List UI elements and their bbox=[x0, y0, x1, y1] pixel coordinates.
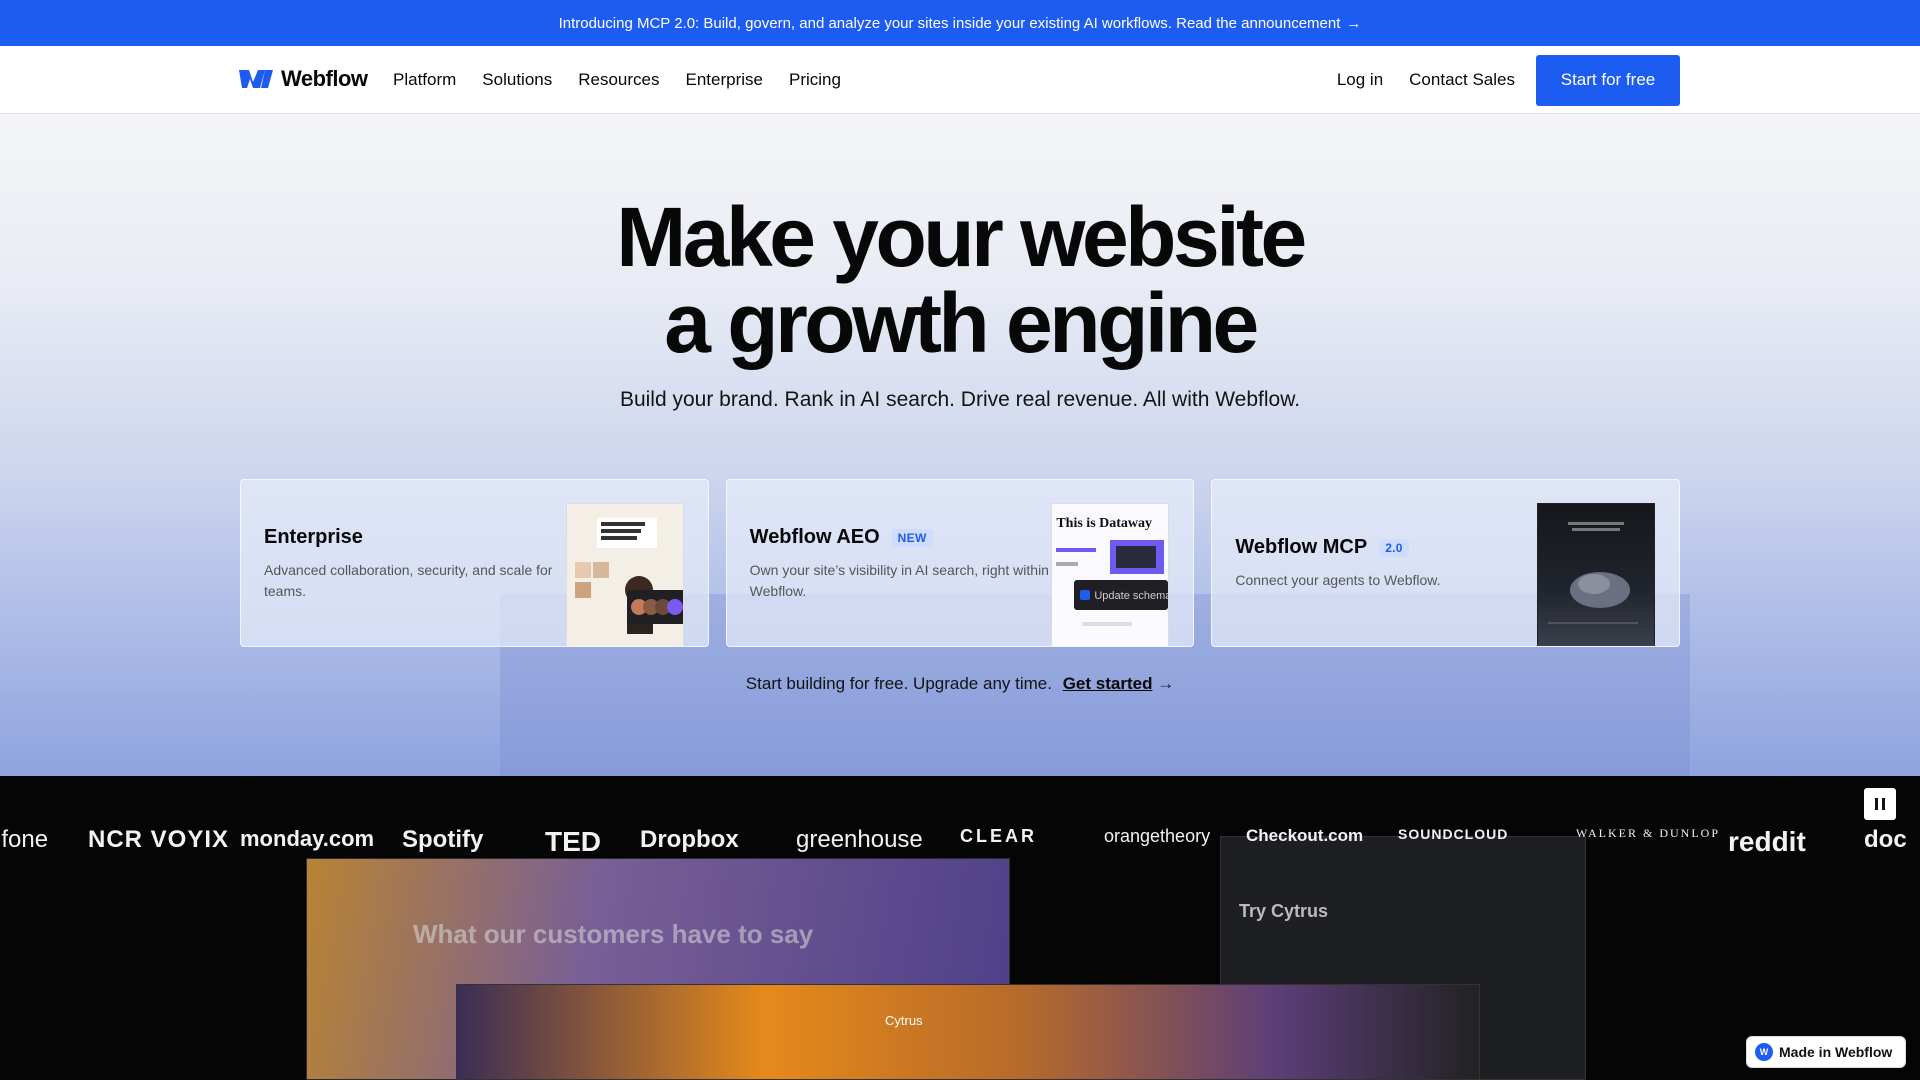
card-title: Enterprise bbox=[264, 526, 363, 549]
card-title-text: Webflow AEO bbox=[749, 526, 880, 548]
new-badge: NEW bbox=[891, 528, 933, 547]
announcement-text[interactable]: Introducing MCP 2.0: Build, govern, and … bbox=[559, 15, 1341, 32]
nav-solutions[interactable]: Solutions bbox=[482, 70, 552, 90]
customer-logo: monday.com bbox=[240, 826, 375, 851]
customer-logo: CLEAR bbox=[960, 826, 1037, 846]
nav-pricing[interactable]: Pricing bbox=[789, 70, 841, 90]
customer-logo: Checkout.com bbox=[1246, 826, 1364, 845]
mcp-preview-image bbox=[1548, 522, 1639, 624]
enterprise-preview-image bbox=[566, 504, 683, 646]
card-title-text: Enterprise bbox=[264, 526, 363, 548]
get-started-link[interactable]: Get started bbox=[1063, 674, 1153, 693]
nav-resources[interactable]: Resources bbox=[578, 70, 659, 90]
hero-subtitle: Build your brand. Rank in AI search. Dri… bbox=[619, 388, 1301, 411]
arrow-right-icon: → bbox=[1346, 14, 1362, 32]
hero-cta-line: Start building for free. Upgrade any tim… bbox=[0, 674, 1920, 694]
nav-actions: Log in Contact Sales Start for free bbox=[1337, 46, 1680, 114]
customer-logo: orangetheory bbox=[1104, 826, 1211, 846]
update-schema-chip: Update schema bbox=[1094, 590, 1170, 602]
announcement-banner[interactable]: Introducing MCP 2.0: Build, govern, and … bbox=[0, 0, 1920, 46]
mcp-thumbnail bbox=[1537, 503, 1656, 646]
mock-screen-heading: What our customers have to say bbox=[413, 919, 814, 949]
card-webflow-aeo[interactable]: Webflow AEO NEW Own your site’s visibili… bbox=[725, 479, 1195, 647]
hero-section: Make your website a growth engine Build … bbox=[0, 114, 1920, 776]
card-description: Own your site’s visibility in AI search,… bbox=[749, 562, 1049, 599]
hero-title-line-2: a growth engine bbox=[664, 276, 1259, 370]
made-in-webflow-badge[interactable]: W Made in Webflow bbox=[1746, 1036, 1906, 1068]
brand-name: Webflow bbox=[281, 66, 368, 91]
pause-icon bbox=[1875, 798, 1878, 810]
pause-button[interactable] bbox=[1864, 788, 1896, 820]
nav-enterprise[interactable]: Enterprise bbox=[686, 70, 763, 90]
start-free-button[interactable]: Start for free bbox=[1536, 54, 1680, 106]
contact-sales-link[interactable]: Contact Sales bbox=[1409, 70, 1515, 90]
hero-cta-text: Start building for free. Upgrade any tim… bbox=[745, 674, 1052, 693]
version-badge: 2.0 bbox=[1379, 538, 1409, 557]
customer-logo: ifone bbox=[0, 826, 49, 853]
hero-title-line-1: Make your website bbox=[616, 190, 1307, 284]
card-title-text: Webflow MCP bbox=[1235, 536, 1368, 558]
card-description: Advanced collaboration, security, and sc… bbox=[264, 562, 553, 599]
card-title: Webflow MCP 2.0 bbox=[1235, 536, 1409, 559]
customer-logo: reddit bbox=[1728, 826, 1806, 857]
login-link[interactable]: Log in bbox=[1337, 70, 1383, 90]
customer-logo: doc bbox=[1864, 826, 1907, 853]
webflow-logo-icon bbox=[239, 70, 273, 88]
hero-title: Make your website a growth engine bbox=[0, 194, 1920, 366]
nav-links: Platform Solutions Resources Enterprise … bbox=[393, 46, 841, 114]
customer-logo: TED bbox=[545, 826, 601, 857]
customer-logo: NCR VOYIX bbox=[88, 826, 230, 853]
customer-logo: greenhouse bbox=[796, 826, 923, 853]
webflow-logo-icon: W bbox=[1755, 1043, 1773, 1061]
product-cards: Enterprise Advanced collaboration, secur… bbox=[240, 479, 1681, 647]
mock-screen-heading: Cytrus bbox=[885, 1013, 923, 1028]
nav-platform[interactable]: Platform bbox=[393, 70, 456, 90]
mock-screen-heading: Try Cytrus bbox=[1239, 901, 1329, 921]
customer-showcase: What our customers have to say Try Cytru… bbox=[0, 776, 1920, 1080]
aeo-preview-headline: This is Dataway bbox=[1056, 516, 1153, 531]
card-webflow-mcp[interactable]: Webflow MCP 2.0 Connect your agents to W… bbox=[1211, 479, 1681, 647]
card-enterprise[interactable]: Enterprise Advanced collaboration, secur… bbox=[240, 479, 709, 647]
webflow-logo[interactable]: Webflow bbox=[239, 66, 368, 92]
arrow-right-icon: → bbox=[1157, 674, 1175, 693]
made-in-webflow-text: Made in Webflow bbox=[1779, 1044, 1893, 1060]
customer-logo: WALKER & DUNLOP bbox=[1576, 826, 1720, 840]
customer-logo: SOUNDCLOUD bbox=[1398, 826, 1509, 842]
card-title: Webflow AEO NEW bbox=[750, 526, 933, 549]
card-description: Connect your agents to Webflow. bbox=[1235, 572, 1441, 588]
mock-screen-designer: Cytrus bbox=[456, 984, 1480, 1080]
customer-logo: Dropbox bbox=[640, 826, 739, 853]
top-navigation: Webflow Platform Solutions Resources Ent… bbox=[0, 46, 1920, 114]
customer-logo: Spotify bbox=[402, 826, 484, 853]
enterprise-thumbnail bbox=[565, 503, 684, 646]
aeo-thumbnail: This is Dataway Update schema bbox=[1051, 503, 1170, 646]
